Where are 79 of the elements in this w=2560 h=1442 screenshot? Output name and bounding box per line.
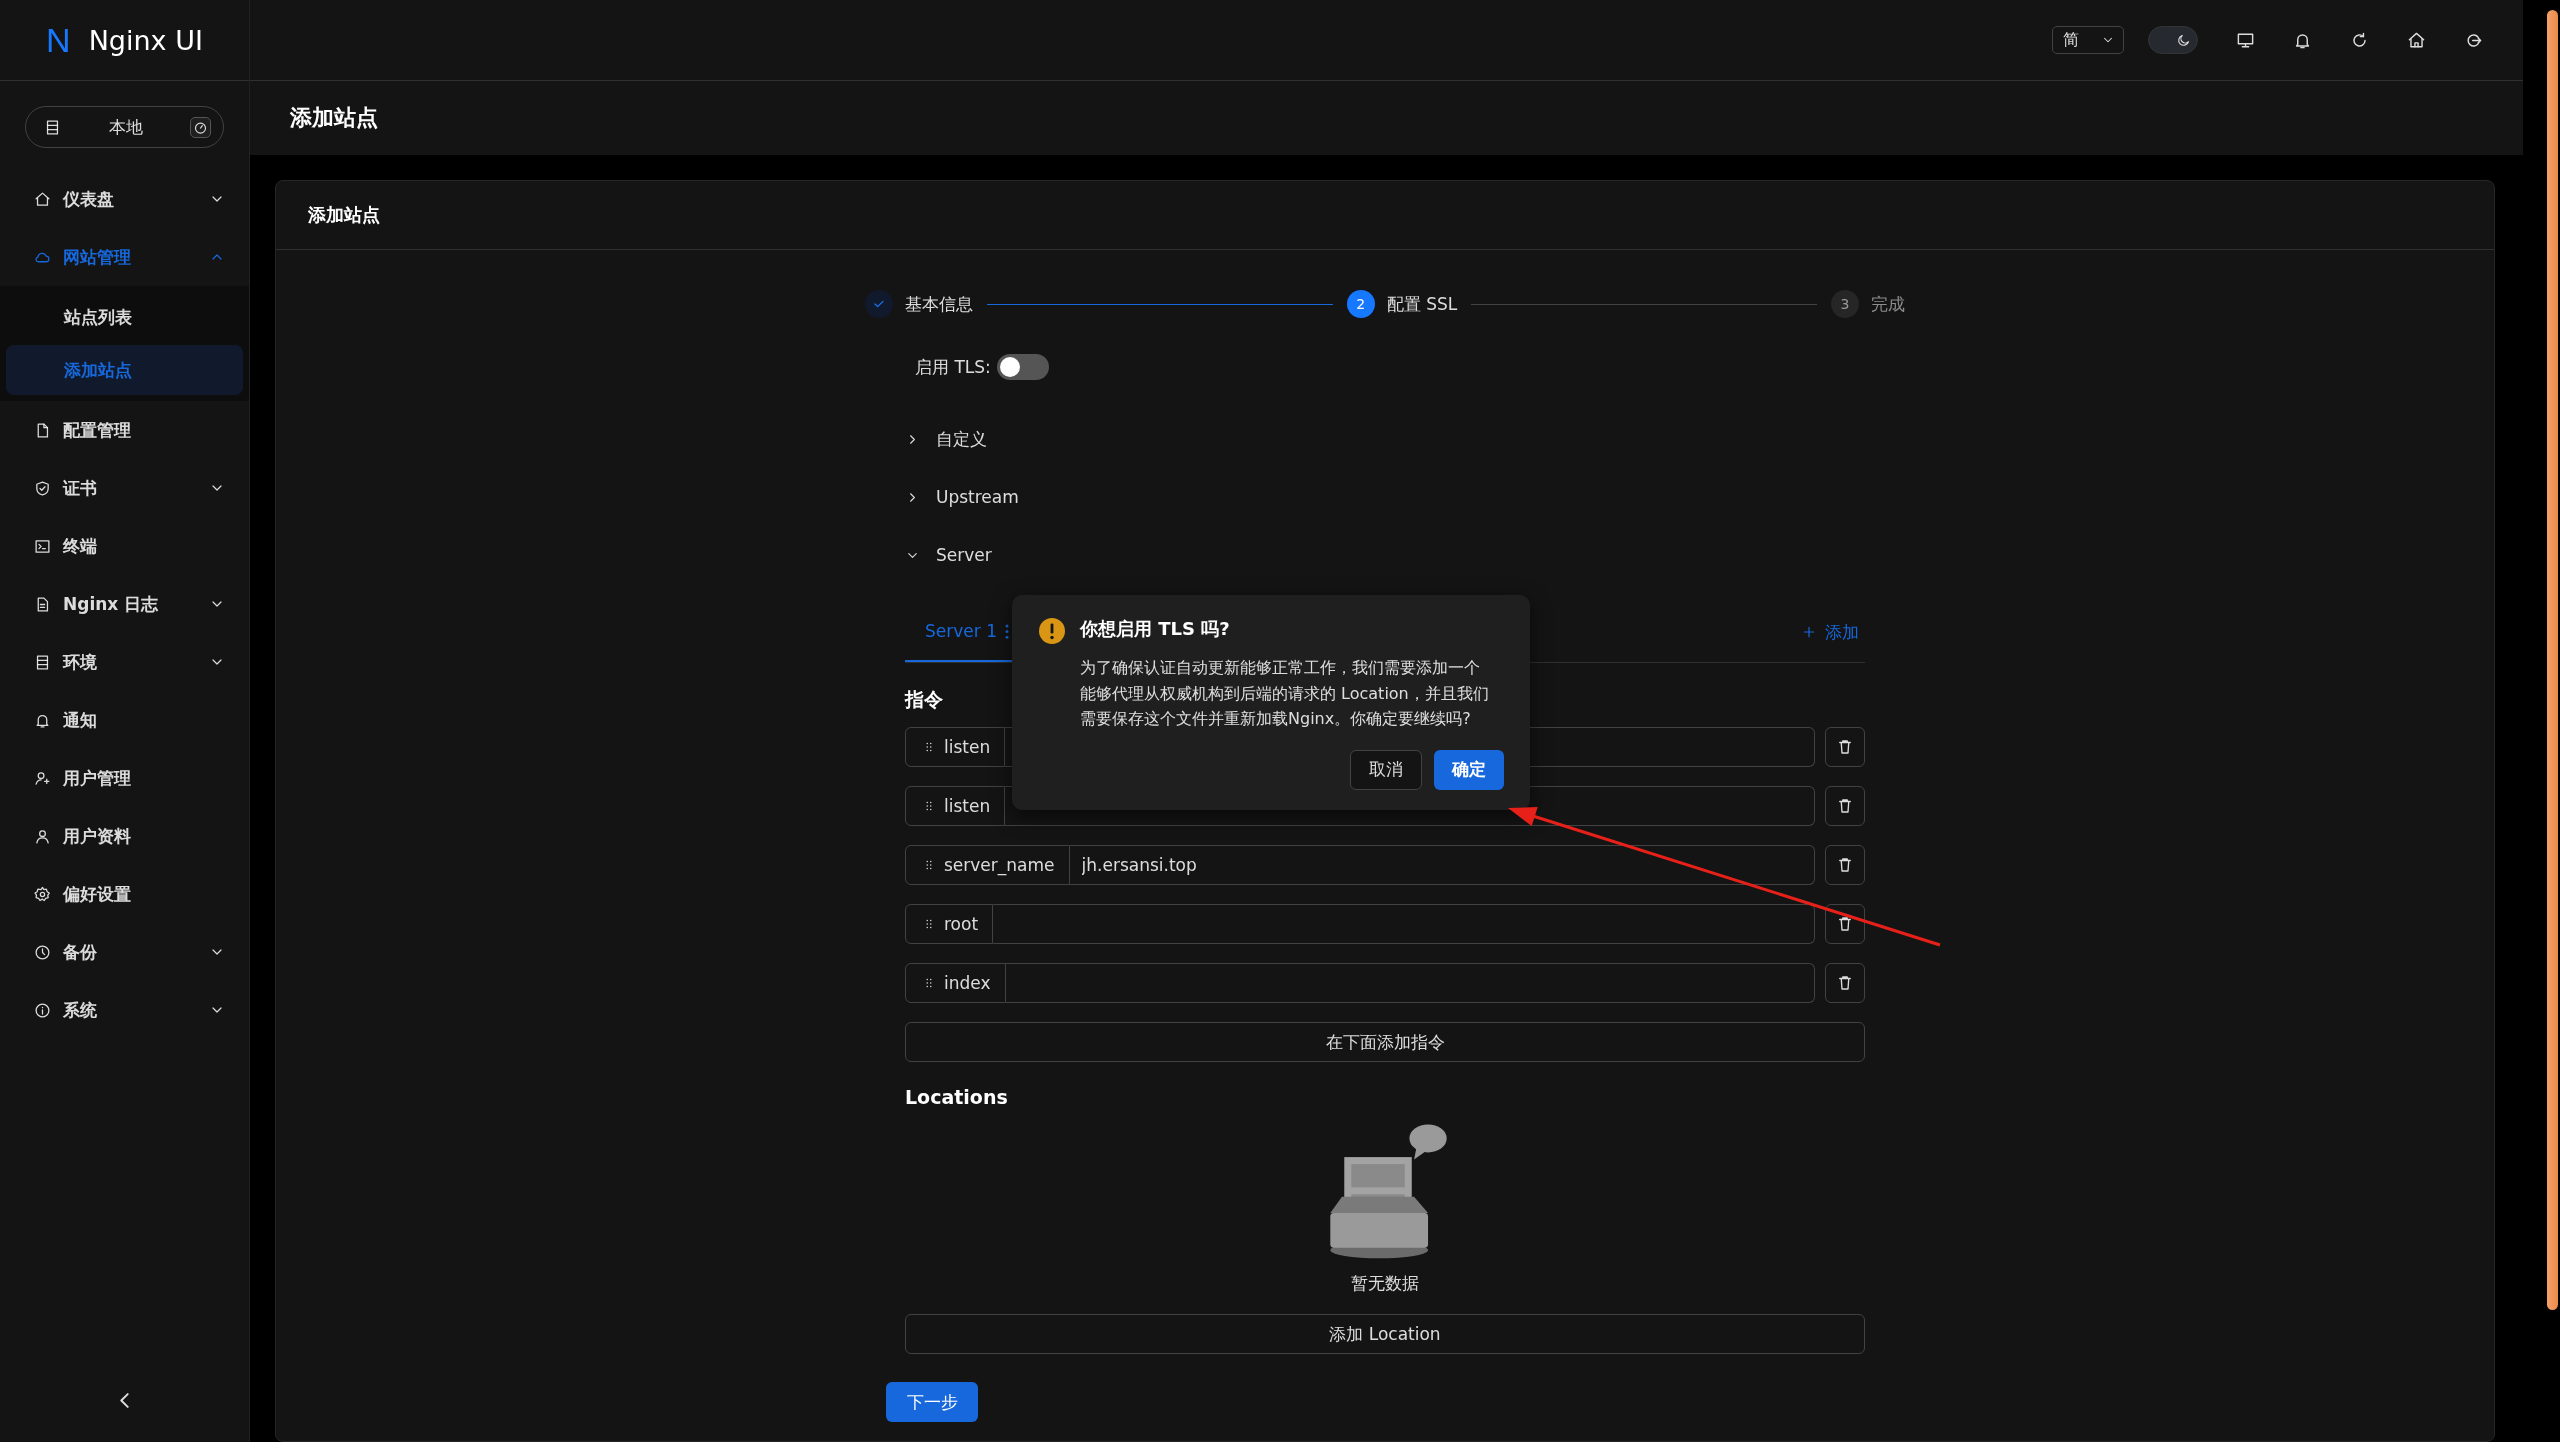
scrollbar-thumb[interactable] [2547, 10, 2558, 1310]
section-title: 指令 [905, 687, 943, 712]
directive-name: listen [905, 727, 1006, 767]
confirm-button[interactable]: 确定 [1434, 749, 1504, 790]
collapse-header[interactable]: 自定义 [905, 410, 1865, 468]
refresh-icon [2350, 30, 2369, 50]
sidebar-item[interactable]: 备份 [0, 926, 249, 978]
submenu-item[interactable]: 站点列表 [6, 292, 243, 342]
step-label: 基本信息 [905, 292, 973, 316]
popover-message: 为了确保认证自动更新能够正常工作，我们需要添加一个能够代理从权威机构到后端的请求的 Location，并且我们需要保存这个文件并重新加载Nginx。你确定要继续吗? [1080, 657, 1490, 731]
monitor-icon [2236, 30, 2255, 50]
card-title: 添加站点 [308, 203, 380, 227]
delete-button[interactable] [1825, 963, 1865, 1003]
trash-icon [1836, 797, 1854, 815]
trash-icon [1836, 974, 1854, 992]
moon-icon [2176, 32, 2191, 48]
terminal-icon [34, 537, 51, 555]
sidebar-item[interactable]: 网站管理 [0, 231, 249, 283]
sidebar-item[interactable]: 偏好设置 [0, 868, 249, 920]
directive-name: listen [905, 786, 1006, 826]
server-icon [44, 118, 61, 136]
sidebar-item[interactable]: 系统 [0, 984, 249, 1036]
server-icon [34, 653, 51, 671]
delete-button[interactable] [1825, 904, 1865, 944]
collapse-header[interactable]: Server [905, 526, 1865, 584]
logo-mark: N [46, 20, 71, 60]
tls-label: 启用 TLS: [915, 355, 991, 379]
step-number: 3 [1831, 290, 1859, 318]
collapse-header[interactable]: Upstream [905, 468, 1865, 526]
clock-icon [34, 943, 51, 961]
home-icon [34, 190, 51, 208]
settings-icon [34, 885, 51, 903]
chevron-left-icon[interactable] [120, 1392, 129, 1408]
home-icon [2407, 30, 2426, 50]
step-label: 配置 SSL [1386, 292, 1458, 316]
sidebar-item[interactable]: 证书 [0, 462, 249, 514]
trash-icon [1836, 738, 1854, 756]
add-directive-button[interactable]: 在下面添加指令 [905, 1022, 1865, 1062]
add-location-button[interactable]: 添加 Location [905, 1314, 1865, 1354]
sidebar-item[interactable]: 用户管理 [0, 752, 249, 804]
page-title: 添加站点 [290, 104, 378, 132]
sidebar-item[interactable]: 终端 [0, 520, 249, 572]
step-number: 2 [1346, 290, 1375, 318]
sidebar-item[interactable]: 用户资料 [0, 810, 249, 862]
cancel-button[interactable]: 取消 [1350, 749, 1422, 790]
directive-name: root [905, 904, 994, 944]
directive-name: index [905, 963, 1006, 1003]
tls-toggle[interactable] [996, 354, 1049, 380]
more-icon [1004, 623, 1009, 639]
directive-value-field[interactable] [1005, 963, 1815, 1003]
step-label: 完成 [1871, 292, 1905, 316]
section-title: Locations [905, 1086, 1008, 1108]
sidebar-item[interactable]: 仪表盘 [0, 173, 249, 225]
sidebar-item[interactable]: 环境 [0, 636, 249, 688]
warning-icon [1038, 617, 1066, 645]
add-server-button[interactable]: 添加 [1795, 619, 1865, 645]
directive-name: server_name [905, 845, 1070, 885]
delete-button[interactable] [1825, 727, 1865, 767]
theme-switch[interactable] [2148, 26, 2198, 54]
empty-text: 暂无数据 [1351, 1272, 1419, 1295]
plus-icon [1801, 624, 1817, 640]
app-name: Nginx UI [88, 24, 203, 56]
sidebar-item[interactable]: Nginx 日志 [0, 578, 249, 630]
shield-check-icon [34, 479, 51, 497]
gauge-icon [193, 119, 208, 135]
sidebar-item[interactable]: 配置管理 [0, 404, 249, 456]
users-icon [34, 769, 51, 787]
sidebar-item[interactable]: 通知 [0, 694, 249, 746]
popover-title: 你想启用 TLS 吗? [1080, 617, 1230, 641]
trash-icon [1836, 856, 1854, 874]
directive-value-field[interactable]: jh.ersansi.top [1069, 845, 1815, 885]
language-select[interactable]: 简 [2052, 26, 2124, 54]
info-icon [34, 1001, 51, 1019]
delete-button[interactable] [1825, 845, 1865, 885]
delete-button[interactable] [1825, 786, 1865, 826]
directive-value-field[interactable] [993, 904, 1815, 944]
user-icon [34, 827, 51, 845]
next-button[interactable]: 下一步 [886, 1382, 978, 1422]
trash-icon [1836, 915, 1854, 933]
